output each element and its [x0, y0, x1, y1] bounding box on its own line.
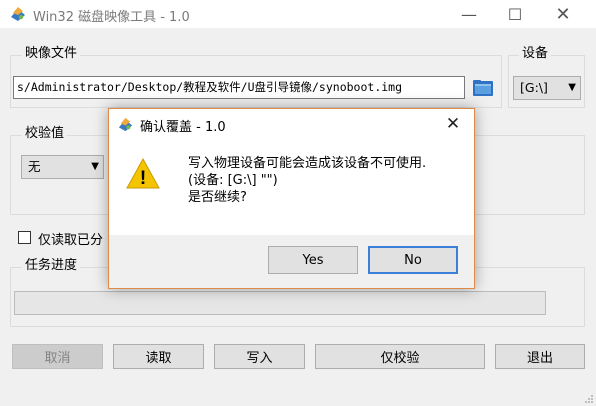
device-label: 设备: [519, 46, 552, 62]
folder-icon: [473, 79, 493, 96]
verify-only-button[interactable]: 仅校验: [315, 344, 485, 369]
image-path-text: s/Administrator/Desktop/教程及软件/U盘引导镜像/syn…: [17, 80, 403, 94]
cancel-button[interactable]: 取消: [12, 344, 103, 369]
window-title: Win32 磁盘映像工具 - 1.0: [33, 10, 190, 25]
chevron-down-icon: ▼: [568, 82, 576, 93]
dialog-message-line2: (设备: [G:\] ""): [188, 173, 278, 188]
device-select-value: [G:\]: [520, 80, 548, 95]
device-select[interactable]: [G:\] ▼: [513, 76, 581, 100]
dialog-message-area: ! 写入物理设备可能会造成该设备不可使用. (设备: [G:\] "") 是否继…: [109, 139, 474, 235]
exit-button-label: 退出: [526, 351, 553, 366]
dialog-title-bar: 确认覆盖 - 1.0 ✕: [109, 109, 474, 139]
image-path-input[interactable]: s/Administrator/Desktop/教程及软件/U盘引导镜像/syn…: [13, 76, 465, 99]
title-bar: Win32 磁盘映像工具 - 1.0 — ☐ ✕: [0, 0, 596, 28]
write-button[interactable]: 写入: [214, 344, 305, 369]
exit-button[interactable]: 退出: [495, 344, 585, 369]
no-button-label: No: [404, 252, 422, 268]
chevron-down-icon: ▼: [91, 161, 99, 172]
resize-grip-icon[interactable]: [584, 394, 594, 404]
warning-glyph: !: [140, 168, 146, 189]
checksum-label: 校验值: [22, 126, 68, 142]
maximize-button[interactable]: ☐: [492, 0, 538, 28]
dialog-message-line1: 写入物理设备可能会造成该设备不可使用.: [188, 156, 427, 171]
dialog-close-button[interactable]: ✕: [431, 109, 475, 139]
minimize-button[interactable]: —: [446, 0, 492, 28]
checksum-type-value: 无: [28, 159, 41, 174]
progress-bar: [14, 291, 546, 315]
yes-button-label: Yes: [302, 252, 324, 268]
close-button[interactable]: ✕: [540, 0, 586, 28]
progress-label: 任务进度: [22, 258, 81, 274]
read-only-label: 仅读取已分: [38, 233, 104, 248]
warning-icon: !: [126, 157, 160, 189]
confirm-overwrite-dialog: 确认覆盖 - 1.0 ✕ ! 写入物理设备可能会造成该设备不可使用. (设备: …: [108, 108, 475, 289]
read-only-checkbox[interactable]: [18, 231, 31, 244]
dialog-title: 确认覆盖 - 1.0: [140, 120, 226, 135]
browse-folder-button[interactable]: [471, 76, 495, 99]
disk-imager-app-icon: [118, 117, 133, 132]
image-file-label: 映像文件: [22, 46, 81, 62]
close-icon: ✕: [445, 114, 461, 134]
cancel-button-label: 取消: [44, 351, 71, 366]
yes-button[interactable]: Yes: [268, 246, 358, 274]
read-button-label: 读取: [145, 351, 172, 366]
minimize-icon: —: [461, 4, 477, 24]
verify-only-button-label: 仅校验: [380, 351, 420, 366]
close-icon: ✕: [555, 3, 571, 25]
maximize-icon: ☐: [507, 4, 523, 24]
no-button[interactable]: No: [368, 246, 458, 274]
dialog-button-bar: Yes No: [109, 235, 474, 288]
checksum-type-select[interactable]: 无 ▼: [21, 155, 104, 179]
disk-imager-app-icon: [11, 7, 25, 21]
dialog-message-line3: 是否继续?: [188, 190, 247, 205]
write-button-label: 写入: [246, 351, 273, 366]
read-button[interactable]: 读取: [113, 344, 204, 369]
